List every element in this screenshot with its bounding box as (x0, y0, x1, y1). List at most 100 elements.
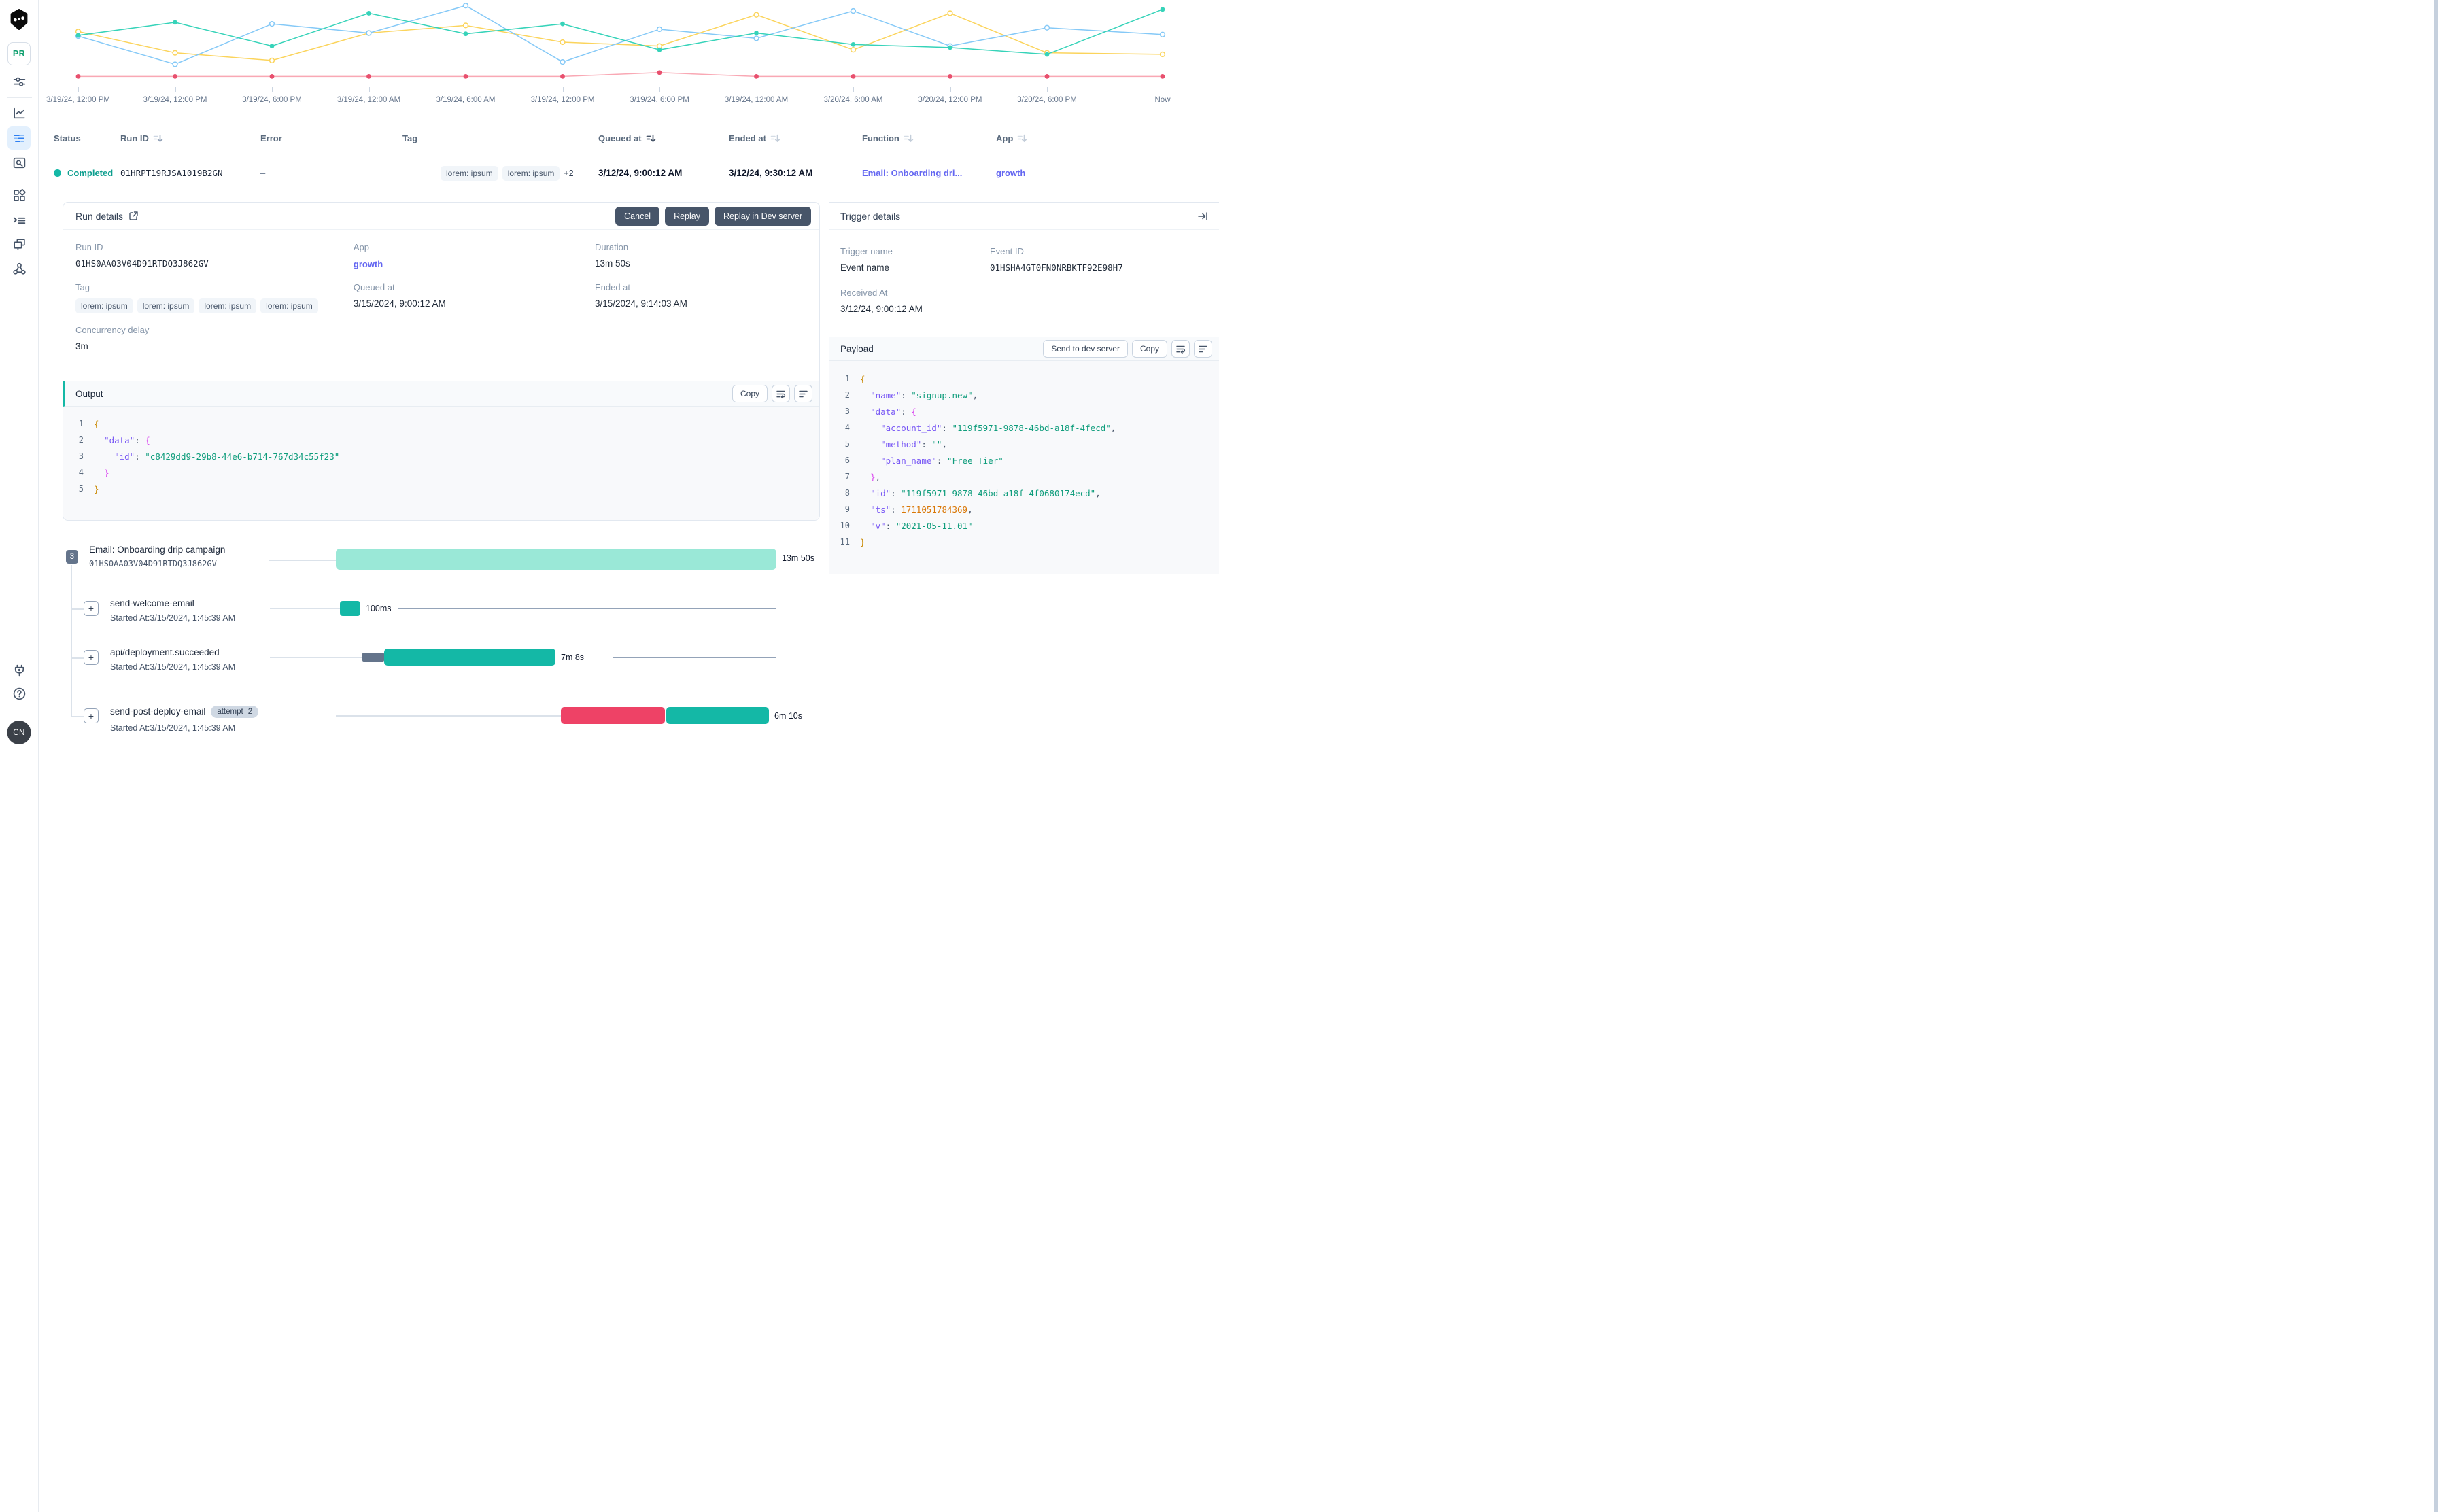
chart-point[interactable] (1044, 74, 1050, 79)
expand-step-button[interactable]: + (84, 708, 99, 723)
webhook-icon[interactable] (12, 261, 27, 276)
chart-point[interactable] (172, 61, 178, 67)
chart-point[interactable] (366, 30, 372, 36)
chart-point[interactable] (269, 20, 275, 27)
chart-point[interactable] (560, 74, 565, 79)
column-header-app[interactable]: App (996, 133, 1219, 143)
chart-point[interactable] (656, 26, 663, 33)
chart-point[interactable] (948, 74, 952, 79)
x-axis-label: 3/19/24, 6:00 PM (242, 96, 302, 104)
help-icon[interactable] (12, 686, 27, 701)
chart-point[interactable] (1160, 74, 1165, 79)
column-header-function[interactable]: Function (862, 133, 996, 143)
chart-point[interactable] (948, 45, 952, 50)
timeline-bar-success[interactable] (666, 707, 769, 724)
wrap-text-button[interactable] (772, 385, 790, 402)
sort-icon[interactable] (1017, 134, 1027, 143)
chart-point[interactable] (753, 12, 759, 18)
column-header-status[interactable]: Status (54, 133, 120, 143)
column-header-run-id[interactable]: Run ID (120, 133, 260, 143)
column-header-tag[interactable]: Tag (402, 133, 598, 143)
chart-point[interactable] (173, 20, 177, 25)
collapse-panel-button[interactable] (1197, 211, 1208, 222)
inngest-logo[interactable] (9, 9, 30, 30)
replay-dev-server-button[interactable]: Replay in Dev server (714, 206, 811, 226)
app-link[interactable]: growth (354, 259, 383, 269)
dev-server-icon[interactable] (12, 663, 27, 678)
chart-point[interactable] (560, 39, 566, 46)
timeline-bar-failed[interactable] (561, 707, 665, 724)
replay-button[interactable]: Replay (665, 206, 709, 226)
chart-point[interactable] (269, 44, 275, 48)
sort-icon[interactable] (153, 134, 163, 143)
column-header-error[interactable]: Error (260, 133, 402, 143)
chart-point[interactable] (851, 41, 856, 47)
chart-point[interactable] (462, 3, 469, 9)
column-header-ended-at[interactable]: Ended at (729, 133, 862, 143)
send-to-dev-server-button[interactable]: Send to dev server (1043, 340, 1128, 358)
chart-point[interactable] (1044, 24, 1050, 31)
expand-step-button[interactable]: + (84, 650, 99, 665)
payload-code-block[interactable]: 1{2 "name": "signup.new", 3 "data": {4 "a… (829, 361, 1219, 574)
app-link[interactable]: growth (996, 168, 1025, 178)
chart-point[interactable] (463, 74, 468, 79)
chart-point[interactable] (753, 35, 759, 41)
copy-payload-button[interactable]: Copy (1131, 340, 1167, 358)
chart-point[interactable] (657, 70, 662, 75)
run-table-row[interactable]: Completed 01HRPT19RJSA1019B2GN – lorem: … (39, 154, 1219, 192)
sort-icon[interactable] (770, 134, 780, 143)
chart-point[interactable] (947, 10, 953, 16)
chart-point[interactable] (1159, 51, 1166, 58)
timeline-bar-root[interactable] (336, 549, 776, 570)
chart-point[interactable] (269, 74, 275, 79)
output-code-block[interactable]: 1{2 "data": {3 "id": "c8429dd9-29b8-44e6… (63, 407, 819, 520)
chart-point[interactable] (850, 47, 857, 53)
external-link-icon[interactable] (128, 211, 139, 221)
apps-icon[interactable] (12, 188, 27, 203)
chart-point[interactable] (1044, 52, 1050, 57)
cancel-button[interactable]: Cancel (615, 206, 660, 226)
column-header-queued-at[interactable]: Queued at (598, 133, 729, 143)
chart-point[interactable] (173, 74, 177, 79)
filters-icon[interactable] (12, 74, 27, 89)
chart-point[interactable] (366, 74, 371, 79)
sidebar-item-runs-active[interactable] (7, 126, 31, 150)
chart-point[interactable] (560, 21, 565, 27)
chart-point[interactable] (1159, 31, 1166, 37)
chart-point[interactable] (366, 11, 371, 16)
sort-icon[interactable] (904, 134, 914, 143)
function-link[interactable]: Email: Onboarding dri... (862, 168, 962, 178)
chart-point[interactable] (1160, 7, 1165, 12)
chart-point[interactable] (754, 31, 759, 35)
chart-point[interactable] (850, 7, 857, 14)
line-number: 1 (78, 419, 84, 428)
events-icon[interactable] (12, 213, 27, 228)
environment-badge[interactable]: PR (7, 42, 31, 65)
tags-more[interactable]: +2 (564, 169, 573, 178)
copy-output-button[interactable]: Copy (732, 385, 768, 402)
format-button[interactable] (1194, 340, 1212, 358)
metrics-icon[interactable] (12, 105, 27, 120)
chart-point[interactable] (463, 31, 468, 37)
sort-icon-active[interactable] (646, 134, 656, 143)
timeline-bar-success[interactable] (340, 601, 360, 616)
timeline-bar-success[interactable] (384, 649, 555, 666)
chart-point[interactable] (75, 33, 81, 38)
chart-point[interactable] (75, 74, 81, 79)
timeline-bar-wait[interactable] (362, 653, 384, 662)
chart-point[interactable] (657, 47, 662, 52)
chart-point[interactable] (462, 22, 469, 29)
inspect-icon[interactable] (12, 155, 27, 170)
chart-point[interactable] (851, 74, 856, 79)
chart-point[interactable] (269, 57, 275, 64)
chart-point[interactable] (560, 58, 566, 65)
code-line: 9 "ts": 1711051784369, (829, 501, 1219, 517)
environments-icon[interactable] (12, 237, 27, 252)
chart-point[interactable] (172, 50, 178, 56)
expand-step-button[interactable]: + (84, 601, 99, 616)
wrap-text-button[interactable] (1171, 340, 1190, 358)
user-avatar[interactable]: CN (7, 721, 31, 744)
format-button[interactable] (794, 385, 812, 402)
chart-point[interactable] (754, 74, 759, 79)
page-scrollbar[interactable] (2434, 0, 2438, 1512)
